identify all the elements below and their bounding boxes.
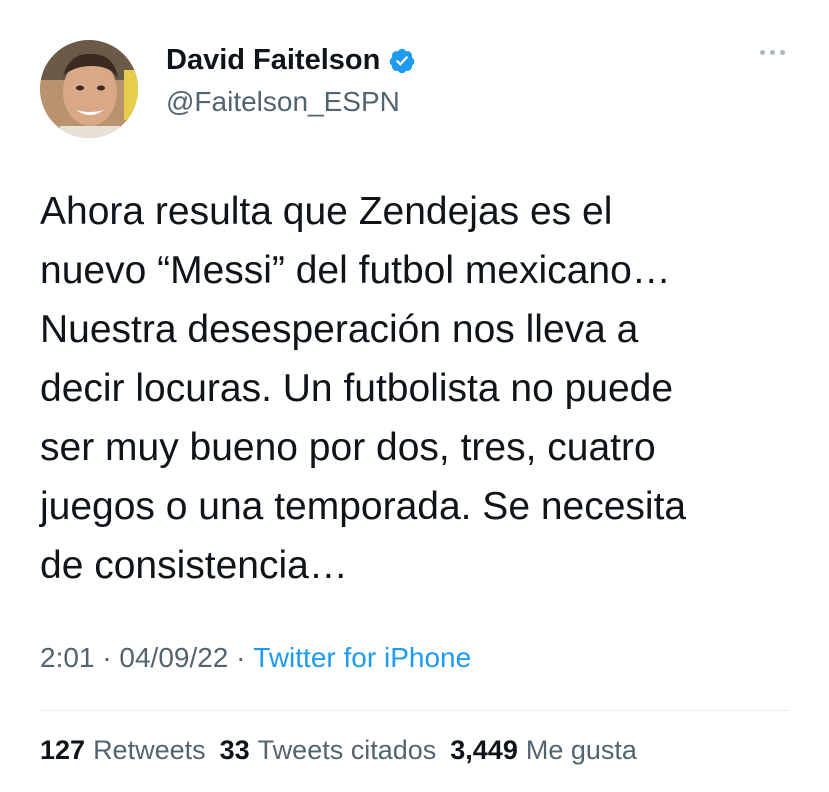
more-dot (780, 50, 785, 55)
tweet-stats: 127 Retweets 33 Tweets citados 3,449 Me … (40, 735, 637, 766)
likes-count: 3,449 (450, 735, 518, 765)
retweets-stat[interactable]: 127 Retweets (40, 735, 206, 766)
likes-label: Me gusta (525, 735, 637, 765)
avatar-image (40, 40, 138, 138)
verified-badge-icon (390, 48, 415, 73)
more-options-icon[interactable] (760, 50, 785, 55)
quote-tweets-stat[interactable]: 33 Tweets citados (220, 735, 437, 766)
retweets-count: 127 (40, 735, 86, 765)
retweets-label: Retweets (93, 735, 206, 765)
author-display-name[interactable]: David Faitelson (166, 44, 380, 77)
tweet-text: Ahora resulta que Zendejas es el nuevo “… (40, 190, 687, 587)
author-handle[interactable]: @Faitelson_ESPN (166, 86, 400, 118)
quotes-count: 33 (219, 735, 250, 765)
tweet-date[interactable]: 04/09/22 (119, 642, 228, 674)
avatar[interactable] (40, 40, 138, 138)
divider (40, 710, 789, 711)
tweet-card: David Faitelson @Faitelson_ESPN Ahora re… (0, 0, 829, 792)
tweet-time[interactable]: 2:01 (40, 642, 95, 674)
tweet-source-link[interactable]: Twitter for iPhone (253, 642, 471, 674)
tweet-meta: 2:01 · 04/09/22 · Twitter for iPhone (40, 642, 471, 674)
meta-separator: · (228, 642, 254, 673)
more-dot (770, 50, 775, 55)
meta-separator: · (94, 642, 120, 673)
quotes-label: Tweets citados (257, 735, 437, 765)
author-name-row: David Faitelson (166, 44, 416, 77)
more-dot (760, 50, 765, 55)
likes-stat[interactable]: 3,449 Me gusta (450, 735, 637, 766)
